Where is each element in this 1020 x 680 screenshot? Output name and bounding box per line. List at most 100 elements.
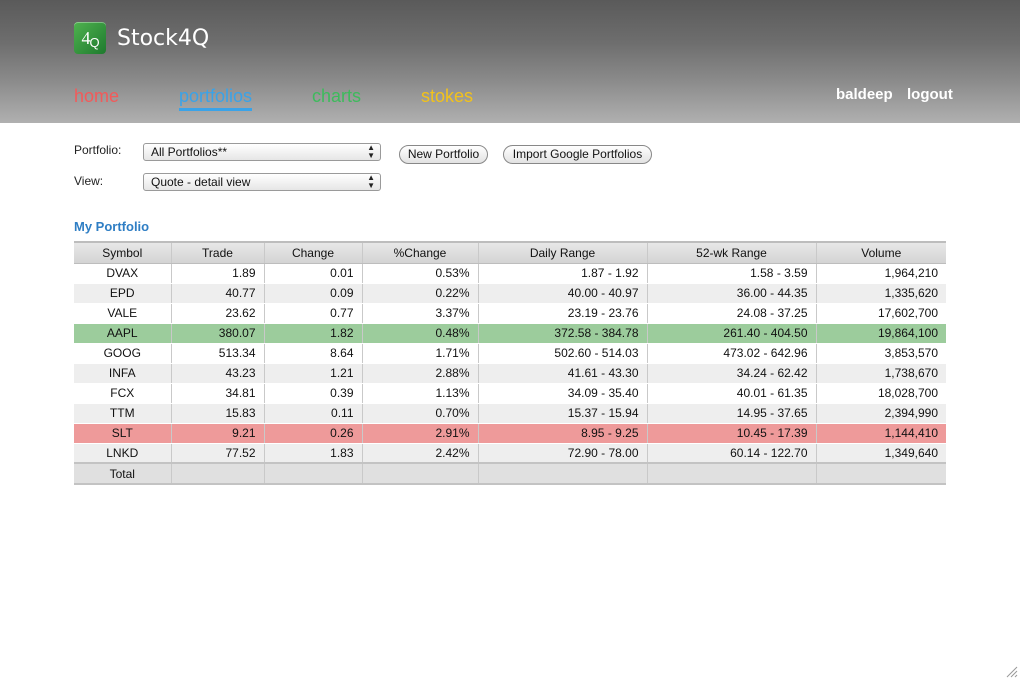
view-label: View:	[74, 174, 104, 188]
table-cell: 0.48%	[362, 323, 479, 344]
table-cell: 0.26	[264, 423, 363, 444]
table-cell: 1,349,640	[816, 443, 946, 464]
nav-stokes[interactable]: stokes	[421, 86, 473, 107]
view-select-value: Quote - detail view	[151, 175, 251, 189]
portfolio-select-value: All Portfolios**	[151, 145, 228, 159]
table-cell: 15.37 - 15.94	[478, 403, 648, 424]
table-row[interactable]: LNKD 77.52 1.83 2.42% 72.90 - 78.00 60.14 - 1…	[74, 443, 946, 464]
table-cell: 380.07	[171, 323, 265, 344]
table-cell: 0.22%	[362, 283, 479, 304]
user-name-link[interactable]: baldeep	[836, 86, 893, 103]
total-label: Total	[74, 462, 172, 485]
table-row[interactable]: DVAX 1.89 0.01 0.53% 1.87 - 1.92 1.58 - 3.59 1…	[74, 263, 946, 284]
column-header-52-wk-range[interactable]: 52-wk Range	[647, 241, 817, 264]
column-header-daily-range[interactable]: Daily Range	[478, 241, 648, 264]
table-row[interactable]: TTM 15.83 0.11 0.70% 15.37 - 15.94 14.95 - 37…	[74, 403, 946, 424]
column-header-symbol[interactable]: Symbol	[74, 241, 172, 264]
table-cell: 77.52	[171, 443, 265, 464]
section-title: My Portfolio	[74, 219, 150, 234]
table-cell: 1.87 - 1.92	[478, 263, 648, 284]
view-select[interactable]: Quote - detail view ▲ ▼	[143, 173, 381, 191]
nav-home[interactable]: home	[74, 86, 119, 107]
table-cell: 1,964,210	[816, 263, 946, 284]
column-header-change[interactable]: Change	[264, 241, 363, 264]
table-cell: 1.83	[264, 443, 363, 464]
table-cell: 372.58 - 384.78	[478, 323, 648, 344]
table-row[interactable]: EPD 40.77 0.09 0.22% 40.00 - 40.97 36.00 - 44…	[74, 283, 946, 304]
portfolio-label: Portfolio:	[74, 143, 122, 157]
symbol-cell[interactable]: AAPL	[74, 323, 172, 344]
table-cell: 72.90 - 78.00	[478, 443, 648, 464]
nav-portfolios[interactable]: portfolios	[179, 86, 253, 111]
table-cell: 40.00 - 40.97	[478, 283, 648, 304]
table-cell: 0.01	[264, 263, 363, 284]
table-cell: 502.60 - 514.03	[478, 343, 648, 364]
symbol-cell[interactable]: SLT	[74, 423, 172, 444]
portfolio-select[interactable]: All Portfolios** ▲ ▼	[143, 143, 381, 161]
table-cell: 34.24 - 62.42	[647, 363, 817, 384]
symbol-cell[interactable]: DVAX	[74, 263, 172, 284]
table-cell: 8.64	[264, 343, 363, 364]
table-body: DVAX 1.89 0.01 0.53% 1.87 - 1.92 1.58 - 3.59 1…	[74, 263, 946, 464]
table-row[interactable]: SLT 9.21 0.26 2.91% 8.95 - 9.25 10.45 - 17.39…	[74, 423, 946, 444]
header: 4Q Stock4Q home portfolios charts stokes…	[0, 0, 1020, 123]
table-cell: 36.00 - 44.35	[647, 283, 817, 304]
table-cell: 1.58 - 3.59	[647, 263, 817, 284]
table-cell: 2.88%	[362, 363, 479, 384]
table-cell: 1.89	[171, 263, 265, 284]
table-cell: 2.42%	[362, 443, 479, 464]
total-cell	[264, 462, 363, 485]
stock4q-logo-icon[interactable]: 4Q	[74, 22, 106, 54]
symbol-cell[interactable]: TTM	[74, 403, 172, 424]
symbol-cell[interactable]: EPD	[74, 283, 172, 304]
symbol-cell[interactable]: GOOG	[74, 343, 172, 364]
table-cell: 34.81	[171, 383, 265, 404]
table-cell: 0.39	[264, 383, 363, 404]
table-cell: 1,144,410	[816, 423, 946, 444]
portfolio-table: Symbol Trade Change %Change Daily Range 52-wk…	[74, 241, 946, 485]
table-cell: 1.71%	[362, 343, 479, 364]
import-google-portfolios-button[interactable]: Import Google Portfolios	[503, 145, 652, 164]
total-cell	[171, 462, 265, 485]
new-portfolio-button[interactable]: New Portfolio	[399, 145, 488, 164]
nav-charts[interactable]: charts	[312, 86, 361, 107]
table-cell: 14.95 - 37.65	[647, 403, 817, 424]
symbol-cell[interactable]: VALE	[74, 303, 172, 324]
column-header-volume[interactable]: Volume	[816, 241, 946, 264]
brand-title: Stock4Q	[117, 26, 210, 51]
total-cell	[478, 462, 648, 485]
table-row[interactable]: INFA 43.23 1.21 2.88% 41.61 - 43.30 34.24 - 6…	[74, 363, 946, 384]
table-cell: 1.21	[264, 363, 363, 384]
total-cell	[647, 462, 817, 485]
resize-grip-icon[interactable]	[1006, 666, 1018, 678]
symbol-cell[interactable]: INFA	[74, 363, 172, 384]
table-cell: 40.77	[171, 283, 265, 304]
logout-link[interactable]: logout	[907, 86, 953, 103]
table-cell: 60.14 - 122.70	[647, 443, 817, 464]
table-row[interactable]: AAPL 380.07 1.82 0.48% 372.58 - 384.78 261.40…	[74, 323, 946, 344]
total-cell	[362, 462, 479, 485]
column-header-trade[interactable]: Trade	[171, 241, 265, 264]
table-cell: 2,394,990	[816, 403, 946, 424]
table-cell: 24.08 - 37.25	[647, 303, 817, 324]
table-cell: 23.19 - 23.76	[478, 303, 648, 324]
updown-arrow-icon: ▲ ▼	[367, 143, 375, 160]
table-cell: 3,853,570	[816, 343, 946, 364]
table-row[interactable]: VALE 23.62 0.77 3.37% 23.19 - 23.76 24.08 - 3…	[74, 303, 946, 324]
table-row[interactable]: GOOG 513.34 8.64 1.71% 502.60 - 514.03 473.02…	[74, 343, 946, 364]
table-cell: 1,738,670	[816, 363, 946, 384]
table-cell: 34.09 - 35.40	[478, 383, 648, 404]
total-cell	[816, 462, 946, 485]
table-cell: 2.91%	[362, 423, 479, 444]
table-cell: 0.77	[264, 303, 363, 324]
table-cell: 0.70%	[362, 403, 479, 424]
table-cell: 1.13%	[362, 383, 479, 404]
table-row[interactable]: FCX 34.81 0.39 1.13% 34.09 - 35.40 40.01 - 61…	[74, 383, 946, 404]
table-cell: 8.95 - 9.25	[478, 423, 648, 444]
table-cell: 3.37%	[362, 303, 479, 324]
column-header-change[interactable]: %Change	[362, 241, 479, 264]
symbol-cell[interactable]: FCX	[74, 383, 172, 404]
table-cell: 513.34	[171, 343, 265, 364]
symbol-cell[interactable]: LNKD	[74, 443, 172, 464]
table-cell: 43.23	[171, 363, 265, 384]
